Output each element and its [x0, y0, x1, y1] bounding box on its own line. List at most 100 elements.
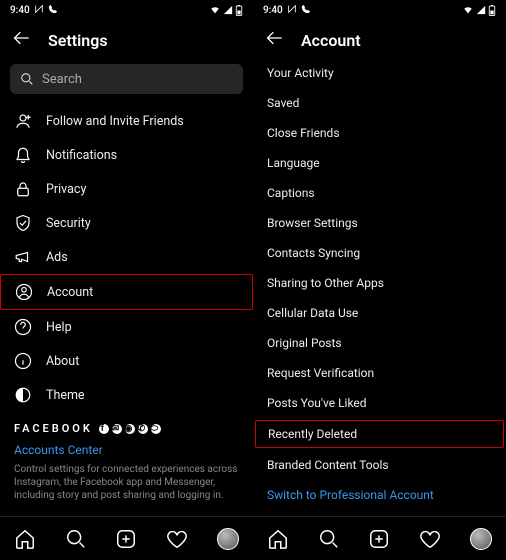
nav-activity[interactable]: [419, 528, 441, 550]
menu-label: Notifications: [46, 148, 117, 163]
oculus-icon: ⬭: [151, 424, 161, 434]
item-your-activity[interactable]: Your Activity: [253, 58, 506, 88]
bottom-nav: [253, 516, 506, 560]
instagram-icon: ◉: [125, 424, 135, 434]
item-original-posts[interactable]: Original Posts: [253, 328, 506, 358]
header: Account: [253, 20, 506, 58]
item-language[interactable]: Language: [253, 148, 506, 178]
menu-help[interactable]: Help: [0, 310, 253, 344]
theme-icon: [14, 386, 32, 404]
menu-label: Account: [47, 285, 93, 300]
menu-security[interactable]: Security: [0, 206, 253, 240]
settings-list: Follow and Invite Friends Notifications …: [0, 104, 253, 516]
status-bar: 9:40: [253, 0, 506, 20]
shield-icon: [14, 214, 32, 232]
item-recently-deleted[interactable]: Recently Deleted: [255, 420, 504, 448]
menu-follow-invite[interactable]: Follow and Invite Friends: [0, 104, 253, 138]
nav-create[interactable]: [115, 528, 137, 550]
item-saved[interactable]: Saved: [253, 88, 506, 118]
search-icon: [20, 72, 34, 86]
menu-privacy[interactable]: Privacy: [0, 172, 253, 206]
battery-icon: [235, 5, 243, 16]
whatsapp-icon: ✆: [138, 424, 148, 434]
page-title: Settings: [48, 31, 108, 50]
status-bar: 9:40: [0, 0, 253, 20]
header: Settings: [0, 20, 253, 58]
brand-icons: f ✉ ◉ ✆ ⬭: [99, 424, 161, 434]
nav-profile[interactable]: [217, 528, 239, 550]
add-friend-icon: [14, 112, 32, 130]
menu-notifications[interactable]: Notifications: [0, 138, 253, 172]
page-title: Account: [301, 31, 361, 50]
avatar-icon: [217, 528, 239, 550]
nav-search[interactable]: [65, 528, 87, 550]
item-browser-settings[interactable]: Browser Settings: [253, 208, 506, 238]
item-sharing-other-apps[interactable]: Sharing to Other Apps: [253, 268, 506, 298]
wifi-icon: [209, 5, 221, 15]
menu-about[interactable]: About: [0, 344, 253, 378]
signal-icon: [476, 5, 486, 15]
home-icon: [267, 528, 289, 550]
back-icon[interactable]: [12, 28, 32, 52]
nav-home[interactable]: [14, 528, 36, 550]
home-icon: [14, 528, 36, 550]
accounts-center-link[interactable]: Accounts Center: [0, 439, 253, 461]
search-icon: [65, 528, 87, 550]
battery-icon: [488, 5, 496, 16]
switch-professional-link[interactable]: Switch to Professional Account: [253, 480, 506, 510]
menu-theme[interactable]: Theme: [0, 378, 253, 412]
nav-activity[interactable]: [166, 528, 188, 550]
search-input[interactable]: Search: [10, 64, 243, 94]
back-icon[interactable]: [265, 28, 285, 52]
nfc-icon: [34, 4, 44, 17]
bottom-nav: [0, 516, 253, 560]
facebook-icon: f: [99, 424, 109, 434]
nav-search[interactable]: [318, 528, 340, 550]
phone-icon: [301, 4, 311, 17]
nav-profile[interactable]: [470, 528, 492, 550]
item-close-friends[interactable]: Close Friends: [253, 118, 506, 148]
lock-icon: [14, 180, 32, 198]
status-time: 9:40: [263, 5, 283, 16]
nav-home[interactable]: [267, 528, 289, 550]
avatar-icon: [470, 528, 492, 550]
info-icon: [14, 352, 32, 370]
menu-label: About: [46, 354, 79, 369]
item-captions[interactable]: Captions: [253, 178, 506, 208]
menu-account[interactable]: Account: [0, 274, 253, 310]
help-icon: [14, 318, 32, 336]
account-list: Your Activity Saved Close Friends Langua…: [253, 58, 506, 516]
menu-ads[interactable]: Ads: [0, 240, 253, 274]
facebook-section: FACEBOOK f ✉ ◉ ✆ ⬭: [0, 412, 253, 439]
item-contacts-syncing[interactable]: Contacts Syncing: [253, 238, 506, 268]
item-cellular-data[interactable]: Cellular Data Use: [253, 298, 506, 328]
menu-label: Theme: [46, 388, 85, 403]
menu-label: Ads: [46, 250, 68, 265]
item-posts-liked[interactable]: Posts You've Liked: [253, 388, 506, 418]
messenger-icon: ✉: [112, 424, 122, 434]
heart-icon: [166, 528, 188, 550]
accounts-desc: Control settings for connected experienc…: [0, 461, 253, 510]
search-icon: [318, 528, 340, 550]
status-time: 9:40: [10, 5, 30, 16]
phone-icon: [48, 4, 58, 17]
account-icon: [15, 283, 33, 301]
phone-account: 9:40 Account Your Activity Saved Close F…: [253, 0, 506, 560]
search-placeholder: Search: [42, 72, 82, 87]
megaphone-icon: [14, 248, 32, 266]
nfc-icon: [287, 4, 297, 17]
menu-label: Help: [46, 320, 72, 335]
item-branded-content[interactable]: Branded Content Tools: [253, 450, 506, 480]
bell-icon: [14, 146, 32, 164]
heart-icon: [419, 528, 441, 550]
wifi-icon: [462, 5, 474, 15]
menu-label: Security: [46, 216, 91, 231]
nav-create[interactable]: [368, 528, 390, 550]
create-icon: [115, 528, 137, 550]
facebook-label: FACEBOOK: [14, 422, 93, 435]
menu-label: Privacy: [46, 182, 86, 197]
signal-icon: [223, 5, 233, 15]
item-request-verification[interactable]: Request Verification: [253, 358, 506, 388]
menu-label: Follow and Invite Friends: [46, 114, 184, 129]
create-icon: [368, 528, 390, 550]
